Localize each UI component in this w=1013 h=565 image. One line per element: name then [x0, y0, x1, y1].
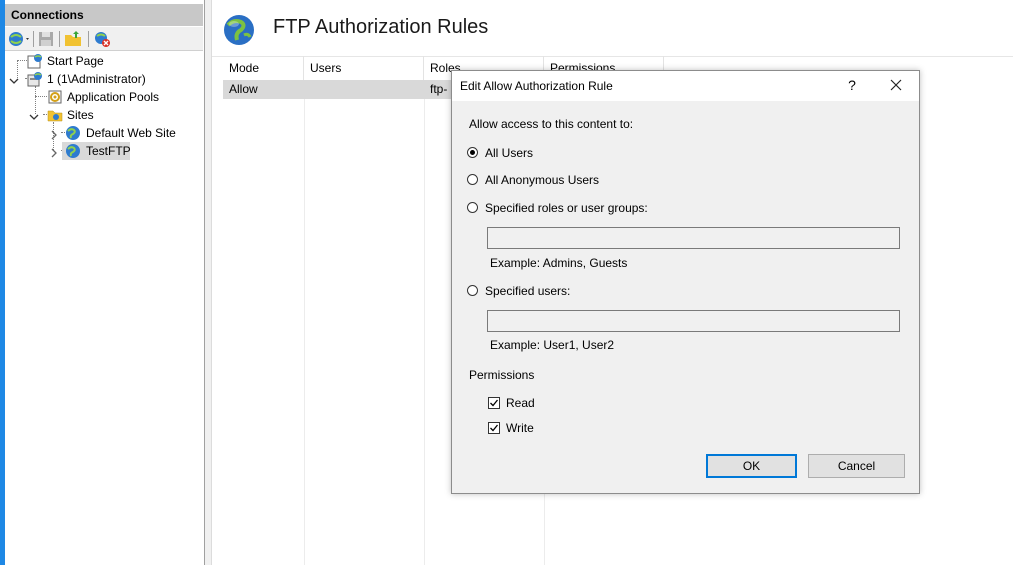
save-icon[interactable] — [37, 30, 55, 48]
cell-users — [304, 80, 424, 99]
checkmark-icon — [490, 399, 499, 407]
roles-input[interactable] — [487, 227, 900, 249]
users-input[interactable] — [487, 310, 900, 332]
permissions-label: Permissions — [469, 368, 535, 382]
up-folder-icon[interactable] — [64, 30, 82, 48]
page-header: FTP Authorization Rules — [212, 0, 1013, 57]
roles-example-label: Example: Admins, Guests — [490, 256, 628, 270]
tree-item-application-pools[interactable]: Application Pools — [5, 88, 203, 106]
help-button[interactable]: ? — [842, 75, 862, 95]
specified-users-radio[interactable] — [467, 285, 478, 296]
edit-allow-rule-dialog: Edit Allow Authorization Rule ? Allow ac… — [451, 70, 920, 494]
server-icon — [27, 71, 43, 87]
close-icon — [890, 79, 902, 91]
tree-item-sites[interactable]: Sites — [5, 106, 203, 124]
tree-item-start-page[interactable]: Start Page — [5, 52, 203, 70]
tree-item-label: Application Pools — [67, 90, 160, 104]
column-header-users[interactable]: Users — [304, 56, 424, 80]
dialog-title: Edit Allow Authorization Rule — [460, 79, 613, 93]
tree-item-server[interactable]: 1 (1\Administrator) — [5, 70, 203, 88]
tree-item-label: Start Page — [47, 54, 104, 68]
write-checkbox[interactable] — [488, 422, 500, 434]
connect-icon[interactable] — [8, 30, 29, 48]
connections-pane: Connections Start Page 1 (1\Administrato… — [0, 0, 205, 565]
tree-item-label: 1 (1\Administrator) — [47, 72, 146, 86]
page-title: FTP Authorization Rules — [273, 16, 489, 38]
specified-roles-radio[interactable] — [467, 202, 478, 213]
close-button[interactable] — [882, 73, 910, 97]
column-header-mode[interactable]: Mode — [223, 56, 304, 80]
tree-item-label: TestFTP — [86, 144, 131, 158]
cell-mode: Allow — [229, 82, 258, 96]
read-checkbox[interactable] — [488, 397, 500, 409]
disconnect-icon[interactable] — [93, 30, 111, 48]
all-users-radio[interactable] — [467, 147, 478, 158]
toolbar-separator — [88, 31, 89, 47]
read-label[interactable]: Read — [506, 396, 535, 410]
toolbar-separator — [59, 31, 60, 47]
globe-icon — [65, 143, 81, 159]
column-divider — [304, 80, 305, 565]
checkmark-icon — [490, 424, 499, 432]
column-divider — [424, 80, 425, 565]
write-label[interactable]: Write — [506, 421, 534, 435]
chevron-right-icon[interactable] — [49, 127, 59, 140]
chevron-right-icon[interactable] — [49, 145, 59, 158]
tree-item-label: Sites — [67, 108, 94, 122]
globe-icon — [222, 13, 256, 47]
ok-button[interactable]: OK — [706, 454, 797, 478]
specified-roles-label[interactable]: Specified roles or user groups: — [485, 201, 648, 215]
users-example-label: Example: User1, User2 — [490, 338, 615, 352]
connections-toolbar — [5, 27, 203, 51]
tree-item-testftp[interactable]: TestFTP — [5, 142, 203, 160]
app-pool-icon — [47, 89, 63, 105]
chevron-down-icon[interactable] — [29, 109, 39, 120]
tree-item-label: Default Web Site — [86, 126, 176, 140]
start-page-icon — [27, 53, 43, 69]
sites-folder-icon — [47, 107, 63, 123]
dialog-titlebar[interactable]: Edit Allow Authorization Rule ? — [452, 71, 919, 101]
access-prompt-label: Allow access to this content to: — [469, 117, 634, 131]
cancel-button[interactable]: Cancel — [808, 454, 905, 478]
all-anonymous-users-label[interactable]: All Anonymous Users — [485, 173, 599, 187]
specified-users-label[interactable]: Specified users: — [485, 284, 570, 298]
globe-icon — [65, 125, 81, 141]
chevron-down-icon[interactable] — [9, 73, 19, 84]
all-users-label[interactable]: All Users — [485, 146, 533, 160]
toolbar-separator — [33, 31, 34, 47]
connections-header: Connections — [5, 4, 203, 26]
tree-item-default-web-site[interactable]: Default Web Site — [5, 124, 203, 142]
connections-tree: Start Page 1 (1\Administrator) Applicati… — [5, 52, 203, 562]
all-anonymous-users-radio[interactable] — [467, 174, 478, 185]
